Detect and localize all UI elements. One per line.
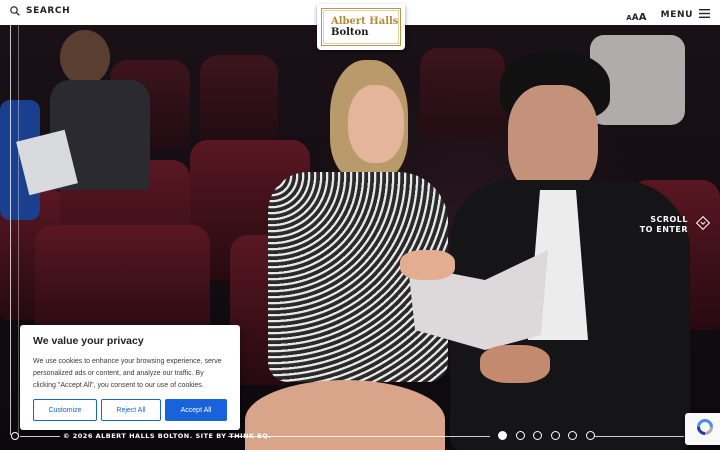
slide-dot-4[interactable]: [550, 431, 560, 440]
cookie-description: We use cookies to enhance your browsing …: [33, 358, 222, 389]
slide-dot-1[interactable]: [498, 431, 507, 440]
hamburger-menu-icon: [699, 8, 710, 21]
menu-label: MENU: [660, 9, 693, 20]
text-size-medium: A: [631, 13, 639, 23]
footer-divider-right: [594, 436, 684, 437]
scroll-label-line-2: TO ENTER: [639, 225, 688, 234]
text-size-button[interactable]: AAA: [626, 5, 646, 24]
menu-button[interactable]: MENU: [660, 8, 710, 21]
search-button[interactable]: SEARCH: [10, 6, 70, 16]
scroll-label-line-1: SCROLL: [650, 215, 688, 224]
slide-dot-3[interactable]: [533, 431, 542, 440]
logo-line-1: Albert Halls: [331, 16, 399, 27]
slide-dot-6[interactable]: [585, 431, 595, 440]
footer-divider-middle: [228, 436, 490, 437]
slide-dot-2[interactable]: [515, 431, 525, 440]
accept-all-button[interactable]: Accept All: [165, 399, 227, 421]
cookie-consent-banner: We value your privacy We use cookies to …: [20, 325, 240, 430]
scroll-to-enter-button[interactable]: SCROLL TO ENTER: [639, 215, 711, 235]
cookie-title: We value your privacy: [33, 335, 144, 347]
site-logo[interactable]: Albert Halls Bolton: [317, 4, 405, 50]
slide-dot-5[interactable]: [568, 431, 577, 440]
search-label: SEARCH: [26, 6, 71, 16]
text-size-large: A: [638, 12, 647, 23]
search-icon: [10, 6, 20, 16]
recaptcha-icon: [695, 417, 715, 442]
frame-corner-ornament: [11, 432, 19, 440]
slide-pagination: [498, 431, 595, 440]
reject-all-button[interactable]: Reject All: [101, 399, 161, 421]
footer-divider-left: [20, 436, 60, 437]
recaptcha-badge[interactable]: [685, 413, 720, 445]
customize-button[interactable]: Customize: [33, 399, 97, 421]
logo-line-2: Bolton: [331, 27, 369, 38]
diamond-arrow-icon: [695, 215, 711, 235]
